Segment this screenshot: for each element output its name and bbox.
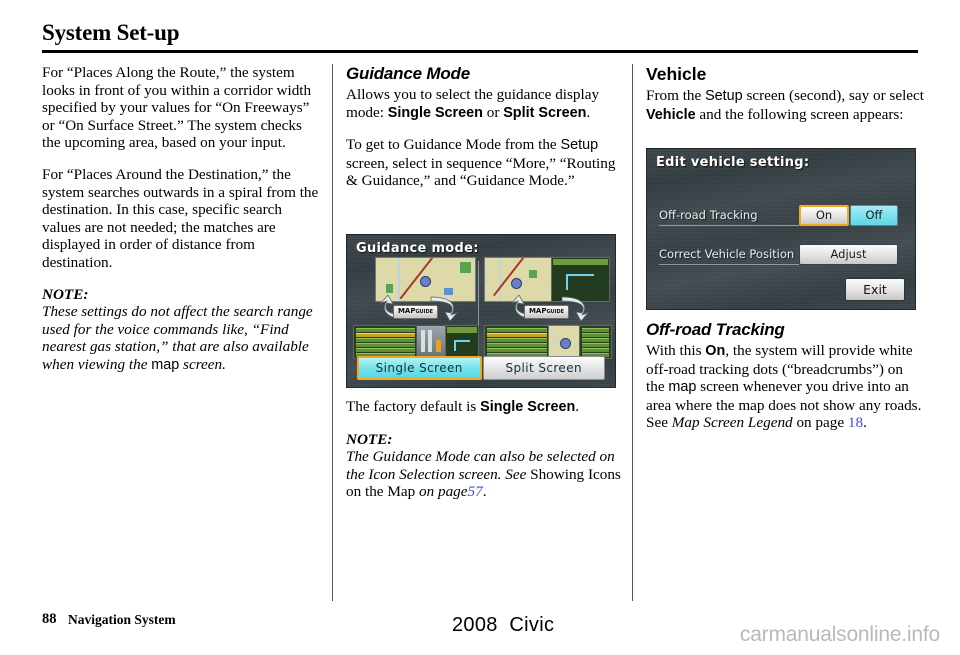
- guidance-mode-heading: Guidance Mode: [346, 64, 470, 83]
- map-guide-pill-left: MAPGUIDE: [393, 305, 438, 319]
- col3-paragraph-1: From the Setup screen (second), say or s…: [646, 87, 924, 124]
- mini-menu-list-right-2: [579, 325, 612, 359]
- col2-factory-end: .: [575, 398, 580, 415]
- col3-p1-lead: From the: [646, 87, 706, 104]
- col3-p1-mid: screen (second), say or select: [742, 87, 924, 104]
- col3-map-term: map: [668, 379, 697, 396]
- mini-menu-list-left: [353, 325, 418, 359]
- watermark: carmanualsonline.info: [739, 623, 940, 646]
- col2-note-page-label: page: [437, 483, 468, 501]
- col2-paragraph-1: Allows you to select the guidance displa…: [346, 86, 624, 122]
- col3-p2-lead: With this: [646, 342, 706, 359]
- footer-section-name: Navigation System: [68, 612, 176, 627]
- column-two: Guidance Mode Allows you to select the g…: [346, 64, 624, 500]
- col3-see-reference: Map Screen Legend: [671, 414, 793, 432]
- col3-see-onpage: on page: [792, 414, 848, 432]
- vehicle-heading: Vehicle: [646, 64, 707, 84]
- header-rule: [42, 50, 918, 53]
- mini-guidance-panel-left: [445, 325, 479, 357]
- vehicle-row-offroad-tracking: Off-road Tracking On Off: [659, 204, 905, 226]
- page-title: System Set-up: [42, 20, 180, 45]
- guidance-mode-button-group: Single Screen Split Screen: [357, 356, 605, 380]
- vehicle-screen-title: Edit vehicle setting:: [656, 155, 810, 170]
- vehicle-setting-screenshot: Edit vehicle setting: Off-road Tracking …: [646, 148, 916, 310]
- col2-factory-default: The factory default is Single Screen.: [346, 398, 624, 417]
- col3-on-term: On: [705, 343, 726, 359]
- map-guide-pill-right: MAPGUIDE: [524, 305, 569, 319]
- col2-note-period: .: [482, 483, 487, 501]
- col3-see-label: See: [646, 414, 672, 432]
- col2-p1-or: or: [482, 103, 504, 121]
- column-one: For “Places Along the Route,” the system…: [42, 64, 320, 375]
- col2-note-label: NOTE:: [346, 430, 393, 448]
- col1-note-label: NOTE:: [42, 285, 89, 303]
- offroad-tracking-heading: Off-road Tracking: [646, 320, 785, 339]
- col1-note-map-word: map: [151, 356, 180, 373]
- column-divider-left: [332, 64, 333, 601]
- offroad-tracking-off-button[interactable]: Off: [850, 204, 898, 226]
- mini-audio-panel-left: [416, 325, 446, 357]
- single-screen-button[interactable]: Single Screen: [357, 356, 482, 380]
- col3-paragraph-2: With this On, the system will provide wh…: [646, 342, 924, 432]
- col3-see-period: .: [863, 414, 867, 432]
- col2-note: NOTE: The Guidance Mode can also be sele…: [346, 431, 624, 501]
- col2-single-screen-term: Single Screen: [387, 104, 483, 121]
- guidance-screen-title: Guidance mode:: [356, 241, 479, 256]
- col3-p1-end: and the following screen appears:: [695, 105, 904, 123]
- footer-model-name: Civic: [509, 614, 555, 636]
- col1-paragraph-1: For “Places Along the Route,” the system…: [42, 64, 312, 152]
- correct-vehicle-position-adjust-button[interactable]: Adjust: [799, 243, 898, 265]
- offroad-tracking-on-button[interactable]: On: [799, 204, 849, 226]
- split-screen-button[interactable]: Split Screen: [482, 356, 605, 380]
- guidance-single-screen-illustration: MAPGUIDE: [353, 257, 479, 359]
- col3-setup-term: Setup: [705, 88, 743, 104]
- guidance-mode-screenshot: Guidance mode: MAPGUIDE MAPGUIDE Single …: [346, 234, 616, 388]
- col2-setup-term: Setup: [560, 137, 599, 154]
- col2-p2-rest: screen, select in sequence “More,” “Rout…: [346, 154, 616, 190]
- vehicle-row-correct-position: Correct Vehicle Position Adjust: [659, 243, 905, 265]
- footer-page-number: 88: [42, 611, 57, 627]
- col2-p1-end: .: [586, 103, 591, 121]
- guidance-split-screen-illustration: MAPGUIDE: [484, 257, 612, 359]
- mini-map-bottom-right: [548, 325, 580, 357]
- col3-see-page-number: 18: [847, 414, 864, 432]
- col2-factory-single-screen: Single Screen: [480, 399, 576, 415]
- column-divider-right: [632, 64, 633, 601]
- col2-note-see: See: [505, 465, 527, 483]
- col3-vehicle-term: Vehicle: [646, 106, 696, 123]
- col1-note-body-part2: screen.: [179, 355, 226, 373]
- correct-vehicle-position-label: Correct Vehicle Position: [659, 244, 799, 265]
- col2-note-on: on: [418, 483, 435, 501]
- content-columns: For “Places Along the Route,” the system…: [0, 64, 960, 604]
- col2-split-screen-term: Split Screen: [503, 104, 587, 121]
- offroad-tracking-label: Off-road Tracking: [659, 205, 799, 226]
- footer-model: 2008 Civic: [452, 614, 554, 637]
- col2-paragraph-2: To get to Guidance Mode from the Setup s…: [346, 136, 624, 190]
- col2-factory-lead: The factory default is: [346, 398, 481, 415]
- col1-note: NOTE: These settings do not affect the s…: [42, 286, 320, 375]
- col2-note-page-number: 57: [467, 483, 483, 501]
- col1-paragraph-2: For “Places Around the Destination,” the…: [42, 165, 319, 271]
- exit-button[interactable]: Exit: [845, 278, 905, 301]
- footer-model-year: 2008: [452, 614, 498, 636]
- column-three: Vehicle From the Setup screen (second), …: [646, 64, 924, 431]
- mini-menu-list-right: [484, 325, 550, 359]
- col2-p2-lead: To get to Guidance Mode from the: [346, 136, 561, 154]
